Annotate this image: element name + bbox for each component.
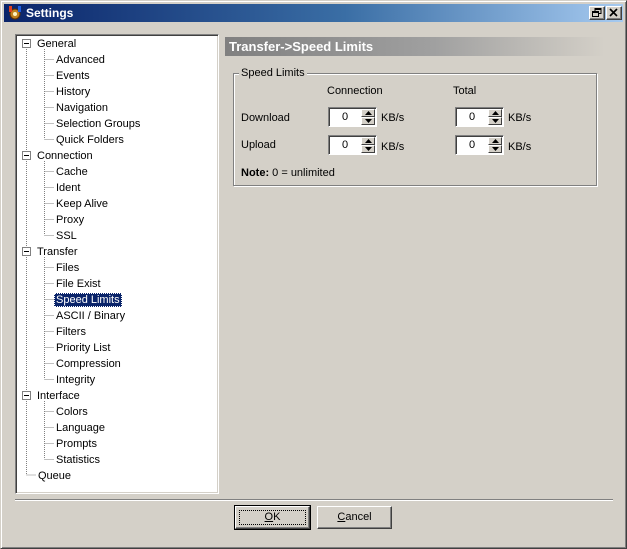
collapse-general-icon[interactable] (22, 39, 31, 48)
tree-item-events[interactable]: Events (54, 69, 92, 83)
restore-icon (592, 8, 602, 17)
collapse-interface-icon[interactable] (22, 391, 31, 400)
tree-item-general[interactable]: General (35, 37, 78, 51)
tree-item-ascii-binary[interactable]: ASCII / Binary (54, 309, 127, 323)
tree-item-proxy[interactable]: Proxy (54, 213, 86, 227)
speed-limits-group-title: Speed Limits (239, 67, 307, 79)
tree-item-integrity[interactable]: Integrity (54, 373, 97, 387)
arrow-up-icon (365, 139, 372, 143)
download-connection-up-button[interactable] (361, 109, 375, 117)
tree-item-connection[interactable]: Connection (35, 149, 95, 163)
tree-item-navigation[interactable]: Navigation (54, 101, 110, 115)
download-total-up-button[interactable] (488, 109, 502, 117)
download-total-unit: KB/s (508, 112, 532, 124)
collapse-transfer-icon[interactable] (22, 247, 31, 256)
tree-item-transfer[interactable]: Transfer (35, 245, 80, 259)
upload-connection-unit: KB/s (381, 141, 405, 153)
note-text: Note: 0 = unlimited (241, 167, 335, 179)
tree-item-cache[interactable]: Cache (54, 165, 90, 179)
tree-lines (26, 49, 54, 476)
cancel-button[interactable]: Cancel (317, 506, 392, 529)
tree-item-advanced[interactable]: Advanced (54, 53, 107, 67)
arrow-up-icon (365, 111, 372, 115)
title-bar[interactable]: Settings (4, 4, 623, 22)
download-total-input[interactable] (458, 110, 486, 124)
restore-button[interactable] (589, 6, 605, 20)
upload-total-unit: KB/s (508, 141, 532, 153)
tree-item-file-exist[interactable]: File Exist (54, 277, 103, 291)
tree-item-quick-folders[interactable]: Quick Folders (54, 133, 126, 147)
note-value: 0 = unlimited (269, 167, 335, 179)
arrow-down-icon (365, 147, 372, 151)
settings-app-icon (9, 6, 21, 20)
upload-connection-up-button[interactable] (361, 137, 375, 145)
tree-item-filters[interactable]: Filters (54, 325, 88, 339)
upload-connection-spinner[interactable] (328, 135, 377, 155)
arrow-down-icon (365, 119, 372, 123)
download-connection-spinner[interactable] (328, 107, 377, 127)
upload-connection-down-button[interactable] (361, 145, 375, 153)
download-total-spinner[interactable] (455, 107, 504, 127)
cancel-label-rest: ancel (345, 511, 372, 523)
tree-item-keep-alive[interactable]: Keep Alive (54, 197, 110, 211)
bottom-separator (15, 499, 613, 501)
note-label: Note: (241, 167, 270, 179)
close-button[interactable] (606, 6, 622, 20)
settings-tree[interactable]: General Advanced Events History Navigati… (15, 34, 219, 494)
upload-total-spinner[interactable] (455, 135, 504, 155)
ok-button[interactable]: OK (234, 505, 311, 530)
tree-item-ident[interactable]: Ident (54, 181, 82, 195)
arrow-down-icon (492, 119, 499, 123)
tree-item-speed-limits[interactable]: Speed Limits (54, 293, 122, 307)
upload-total-down-button[interactable] (488, 145, 502, 153)
tree-item-priority-list[interactable]: Priority List (54, 341, 112, 355)
tree-item-prompts[interactable]: Prompts (54, 437, 99, 451)
download-connection-input[interactable] (331, 110, 359, 124)
window-title: Settings (26, 6, 74, 20)
tree-item-ssl[interactable]: SSL (54, 229, 79, 243)
close-icon (609, 8, 618, 17)
arrow-up-icon (492, 139, 499, 143)
focus-rect (239, 510, 306, 525)
column-header-connection: Connection (327, 85, 383, 97)
tree-item-queue[interactable]: Queue (36, 469, 73, 483)
tree-item-selection-groups[interactable]: Selection Groups (54, 117, 142, 131)
download-connection-down-button[interactable] (361, 117, 375, 125)
settings-window: Settings General Advanced Events History… (0, 0, 627, 549)
tree-item-files[interactable]: Files (54, 261, 81, 275)
tree-item-colors[interactable]: Colors (54, 405, 90, 419)
arrow-up-icon (492, 111, 499, 115)
tree-item-statistics[interactable]: Statistics (54, 453, 102, 467)
collapse-connection-icon[interactable] (22, 151, 31, 160)
arrow-down-icon (492, 147, 499, 151)
tree-item-compression[interactable]: Compression (54, 357, 123, 371)
column-header-total: Total (453, 85, 477, 97)
panel-header: Transfer->Speed Limits (225, 37, 605, 56)
download-total-down-button[interactable] (488, 117, 502, 125)
upload-total-input[interactable] (458, 138, 486, 152)
row-label-download: Download (241, 112, 290, 124)
upload-total-up-button[interactable] (488, 137, 502, 145)
tree-item-history[interactable]: History (54, 85, 92, 99)
tree-item-language[interactable]: Language (54, 421, 107, 435)
upload-connection-input[interactable] (331, 138, 359, 152)
tree-item-interface[interactable]: Interface (35, 389, 82, 403)
row-label-upload: Upload (241, 139, 276, 151)
download-connection-unit: KB/s (381, 112, 405, 124)
